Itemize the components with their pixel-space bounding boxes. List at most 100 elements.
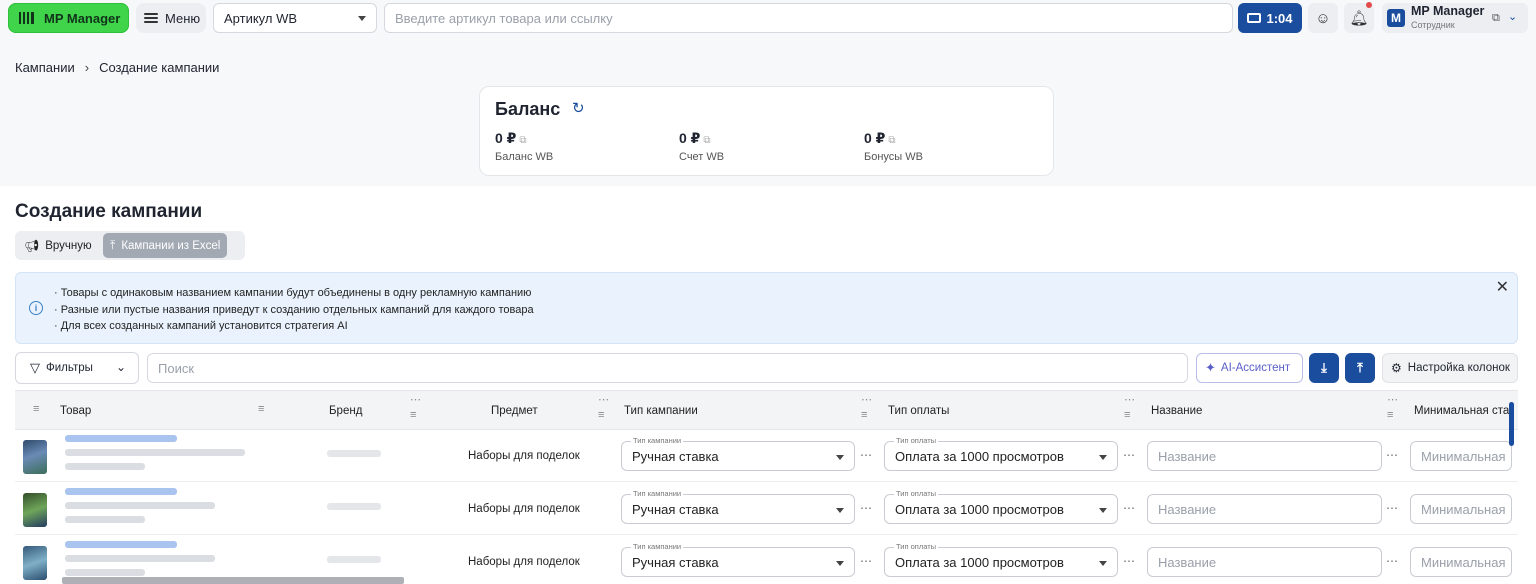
payment-type-select[interactable]: Тип оплаты Оплата за 1000 просмотров	[884, 436, 1118, 471]
more-options-icon[interactable]: ⋯	[1123, 554, 1136, 568]
min-bid-input[interactable]	[1410, 441, 1512, 471]
info-line: · Товары с одинаковым названием кампании…	[54, 287, 532, 299]
menu-label: Меню	[165, 10, 201, 26]
campaign-type-select[interactable]: Тип кампании Ручная ставка	[621, 436, 855, 471]
column-header-min-bid[interactable]: Минимальная ста	[1414, 391, 1518, 431]
column-menu-icon[interactable]: ≡	[598, 409, 604, 421]
payment-type-value: Оплата за 1000 просмотров	[895, 502, 1064, 517]
balance-label: Бонусы WB	[864, 151, 923, 163]
column-header-campaign-type[interactable]: Тип кампании	[624, 391, 698, 431]
table-search-input[interactable]	[147, 353, 1188, 383]
column-options-icon[interactable]: ⋯	[598, 393, 609, 406]
copy-icon[interactable]: ⧉	[703, 135, 710, 146]
payment-type-select[interactable]: Тип оплаты Оплата за 1000 просмотров	[884, 542, 1118, 577]
info-line: · Разные или пустые названия приведут к …	[54, 303, 534, 316]
payment-type-value: Оплата за 1000 просмотров	[895, 449, 1064, 464]
balance-item-wb: 0 ₽ ⧉ Баланс WB	[495, 130, 553, 163]
min-bid-input[interactable]	[1410, 547, 1512, 577]
product-info-blurred	[65, 463, 145, 470]
copy-icon[interactable]: ⧉	[1492, 12, 1500, 25]
column-options-icon[interactable]: ⋯	[1387, 393, 1398, 406]
column-settings-button[interactable]: ⚙ Настройка колонок	[1382, 353, 1518, 383]
logo-icon	[19, 12, 34, 24]
table-row: Наборы для поделок Тип кампании Ручная с…	[15, 430, 1518, 482]
brand-blurred	[327, 503, 381, 510]
column-header-subject[interactable]: Предмет	[491, 391, 538, 431]
video-button[interactable]: 1:04	[1238, 3, 1302, 33]
ai-assistant-button[interactable]: ✦ AI-Ассистент	[1196, 353, 1303, 383]
more-options-icon[interactable]: ⋯	[860, 554, 873, 568]
column-options-icon[interactable]: ⋯	[1124, 393, 1135, 406]
more-options-icon[interactable]: ⋯	[1123, 501, 1136, 515]
notification-dot	[1366, 2, 1372, 8]
product-search-input[interactable]	[384, 3, 1233, 33]
column-header-product[interactable]: Товар	[60, 391, 91, 431]
copy-icon[interactable]: ⧉	[519, 135, 526, 146]
horizontal-scrollbar[interactable]	[62, 577, 404, 584]
smiley-button[interactable]: ☺	[1308, 3, 1338, 33]
ai-label: AI-Ассистент	[1220, 362, 1291, 374]
balance-item-account: 0 ₽ ⧉ Счет WB	[679, 130, 724, 163]
chevron-down-icon: ⌄	[115, 360, 126, 374]
profile-menu[interactable]: M MP Manager Сотрудник ⧉ ⌄	[1382, 3, 1528, 33]
tab-manual[interactable]: 📢︎ Вручную	[17, 233, 99, 258]
balance-title: Баланс	[495, 99, 561, 119]
product-info-blurred	[65, 502, 215, 509]
column-options-icon[interactable]: ⋯	[861, 393, 872, 406]
profile-name: MP Manager	[1411, 4, 1485, 18]
product-link-blurred[interactable]	[65, 488, 177, 495]
copy-icon[interactable]: ⧉	[888, 135, 895, 146]
column-header-name[interactable]: Название	[1151, 391, 1202, 431]
refresh-icon[interactable]: ↻	[572, 99, 585, 117]
column-menu-icon[interactable]: ≡	[1387, 409, 1393, 421]
payment-type-select[interactable]: Тип оплаты Оплата за 1000 просмотров	[884, 489, 1118, 524]
vertical-scrollbar[interactable]	[1509, 402, 1514, 446]
more-options-icon[interactable]: ⋯	[860, 448, 873, 462]
articul-select[interactable]: Артикул WB	[213, 3, 377, 33]
column-header-payment-type[interactable]: Тип оплаты	[888, 391, 949, 431]
campaign-name-input[interactable]	[1147, 441, 1382, 471]
balance-value: 0 ₽	[495, 130, 517, 146]
campaign-type-value: Ручная ставка	[632, 555, 719, 570]
row-menu-icon[interactable]: ≡	[33, 403, 39, 415]
more-options-icon[interactable]: ⋯	[1386, 501, 1399, 515]
main-panel: Создание кампании 📢︎ Вручную ⤒ Кампании …	[0, 186, 1536, 584]
chevron-down-icon[interactable]: ⌄	[1508, 10, 1517, 23]
product-link-blurred[interactable]	[65, 435, 177, 442]
column-menu-icon[interactable]: ≡	[861, 409, 867, 421]
campaign-type-select[interactable]: Тип кампании Ручная ставка	[621, 542, 855, 577]
page-title: Создание кампании	[15, 201, 203, 222]
min-bid-input[interactable]	[1410, 494, 1512, 524]
product-link-blurred[interactable]	[65, 541, 177, 548]
column-menu-icon[interactable]: ≡	[410, 409, 416, 421]
more-options-icon[interactable]: ⋯	[860, 501, 873, 515]
column-header-brand[interactable]: Бренд	[329, 391, 362, 431]
filters-button[interactable]: ▽ Фильтры ⌄	[15, 352, 139, 384]
gear-icon: ⚙	[1391, 361, 1402, 375]
tab-excel[interactable]: ⤒ Кампании из Excel	[103, 233, 228, 258]
more-options-icon[interactable]: ⋯	[1123, 448, 1136, 462]
bell-icon: 🔔︎	[1349, 10, 1369, 27]
campaign-name-input[interactable]	[1147, 494, 1382, 524]
more-options-icon[interactable]: ⋯	[1386, 554, 1399, 568]
campaign-type-value: Ручная ставка	[632, 449, 719, 464]
column-menu-icon[interactable]: ≡	[1124, 409, 1130, 421]
chevron-down-icon	[836, 455, 844, 460]
brand-blurred	[327, 556, 381, 563]
campaign-name-input[interactable]	[1147, 547, 1382, 577]
balance-card: Баланс ↻ 0 ₽ ⧉ Баланс WB 0 ₽ ⧉ Счет WB 0 ₽…	[479, 86, 1054, 176]
campaign-type-select[interactable]: Тип кампании Ручная ставка	[621, 489, 855, 524]
more-options-icon[interactable]: ⋯	[1386, 448, 1399, 462]
table-row: Наборы для поделок Тип кампании Ручная с…	[15, 483, 1518, 535]
menu-button[interactable]: Меню	[136, 3, 206, 33]
close-icon[interactable]: ✕	[1496, 277, 1509, 297]
field-label: Тип оплаты	[894, 436, 939, 445]
chevron-down-icon	[1099, 508, 1107, 513]
breadcrumb-root[interactable]: Кампании	[15, 60, 75, 75]
column-options-icon[interactable]: ⋯	[410, 393, 421, 406]
column-menu-icon[interactable]: ≡	[258, 403, 264, 415]
app-logo[interactable]: MP Manager	[8, 3, 129, 33]
upload-button[interactable]: ⤒	[1345, 353, 1375, 383]
notifications-button[interactable]: 🔔︎	[1344, 2, 1374, 33]
download-button[interactable]: ⤓	[1309, 353, 1339, 383]
